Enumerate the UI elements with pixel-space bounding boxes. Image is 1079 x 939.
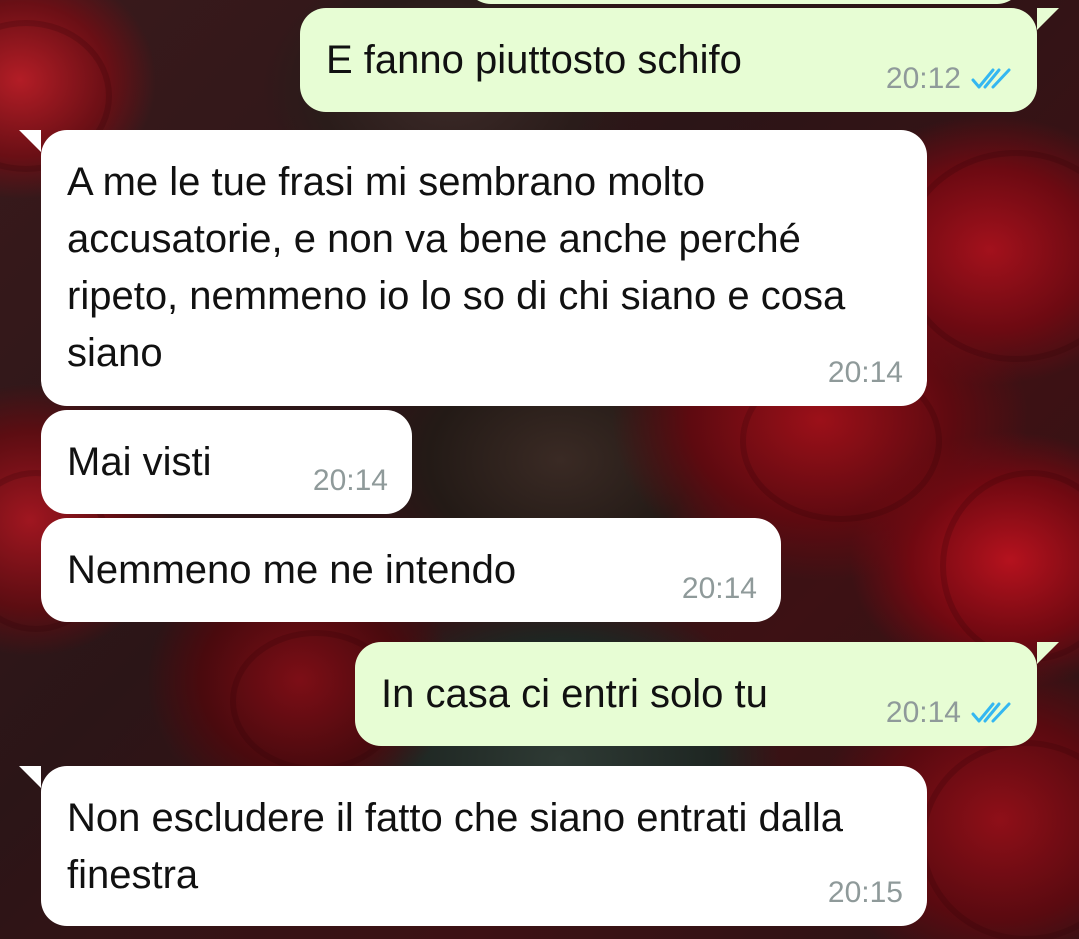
outgoing-message[interactable]: In casa ci entri solo tu 20:14 xyxy=(355,642,1059,746)
message-meta: 20:12 xyxy=(886,62,1013,96)
incoming-message[interactable]: Non escludere il fatto che siano entrati… xyxy=(19,766,927,926)
message-meta: 20:14 xyxy=(682,572,757,606)
outgoing-message[interactable]: E fanno piuttosto schifo 20:12 xyxy=(300,8,1059,112)
incoming-message[interactable]: Mai visti 20:14 xyxy=(41,410,412,514)
rose-petal-decoration xyxy=(920,740,1079,939)
previous-message-bubble[interactable] xyxy=(465,0,1023,4)
double-check-icon xyxy=(971,701,1013,725)
bubble-tail xyxy=(19,766,41,788)
message-meta: 20:14 xyxy=(886,696,1013,730)
incoming-message[interactable]: A me le tue frasi mi sembrano molto accu… xyxy=(19,130,927,406)
bubble-tail xyxy=(19,130,41,152)
message-time: 20:12 xyxy=(885,62,961,95)
rose-petal-decoration xyxy=(940,470,1079,662)
message-text: Non escludere il fatto che siano entrati… xyxy=(67,796,855,897)
message-text: A me le tue frasi mi sembrano molto accu… xyxy=(67,160,857,375)
message-time: 20:14 xyxy=(885,696,961,729)
message-meta: 20:14 xyxy=(313,464,388,498)
message-text: Nemmeno me ne intendo xyxy=(67,548,517,592)
message-meta: 20:15 xyxy=(828,876,903,910)
incoming-message[interactable]: Nemmeno me ne intendo 20:14 xyxy=(41,518,781,622)
message-time: 20:15 xyxy=(827,876,903,909)
message-meta: 20:14 xyxy=(828,356,903,390)
message-time: 20:14 xyxy=(312,464,388,497)
message-time: 20:14 xyxy=(681,572,757,605)
bubble-tail xyxy=(1037,642,1059,664)
message-time: 20:14 xyxy=(827,356,903,389)
bubble-tail xyxy=(1037,8,1059,30)
double-check-icon xyxy=(971,67,1013,91)
